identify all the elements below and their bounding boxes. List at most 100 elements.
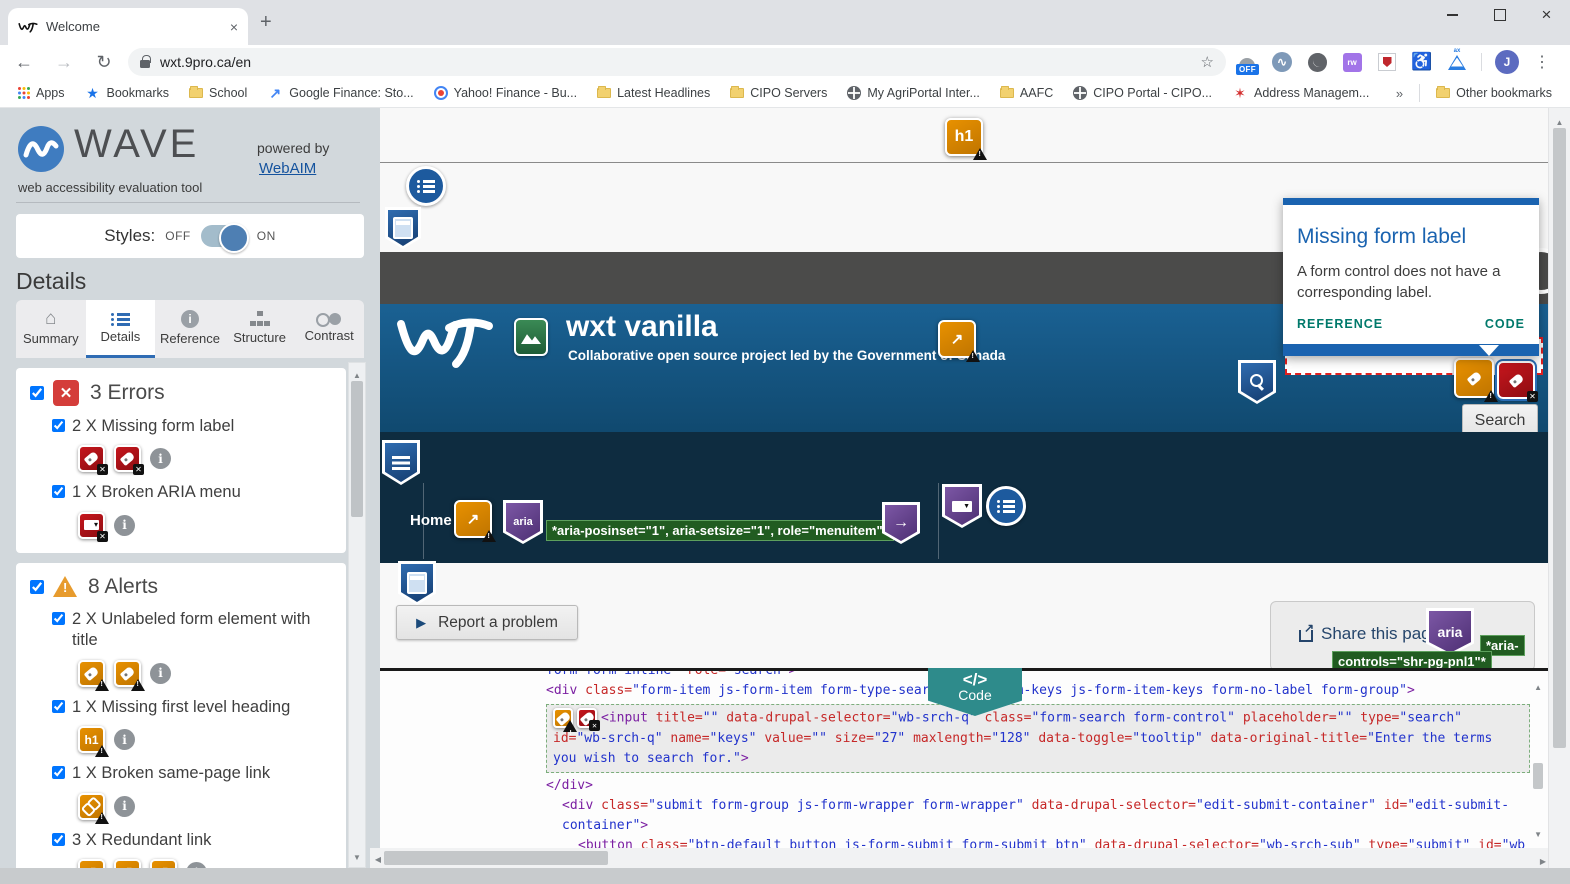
reference-link[interactable]: REFERENCE — [1297, 317, 1383, 331]
bookmark-item[interactable]: Yahoo! Finance - Bu... — [426, 83, 585, 103]
item-checkbox[interactable] — [52, 485, 65, 499]
nav-home-link[interactable]: Home — [410, 512, 452, 529]
profile-avatar[interactable]: J — [1495, 50, 1519, 74]
other-bookmarks-button[interactable]: Other bookmarks — [1428, 83, 1560, 103]
adblock-off-extension-icon[interactable]: OFF — [1236, 51, 1259, 75]
rw-icon: rw — [1342, 52, 1362, 72]
tab-summary[interactable]: Summary — [16, 300, 86, 358]
scroll-down-icon[interactable] — [349, 847, 365, 865]
wave-list-structure-icon[interactable] — [986, 486, 1026, 526]
bookmark-item[interactable]: CIPO Portal - CIPO... — [1065, 83, 1220, 103]
minimize-button[interactable] — [1429, 0, 1476, 30]
code-scroll-up-icon[interactable] — [1534, 677, 1542, 695]
wxt-logo[interactable] — [394, 310, 496, 370]
globe-icon — [847, 86, 862, 100]
bookmark-item[interactable]: Latest Headlines — [589, 83, 718, 103]
wave-extension-icon[interactable] — [1271, 51, 1293, 73]
scrollbar-thumb[interactable] — [351, 381, 363, 517]
item-checkbox[interactable] — [52, 699, 65, 713]
scrollbar-thumb[interactable] — [1553, 128, 1566, 748]
new-tab-button[interactable]: + — [260, 12, 272, 32]
wave-redundant-link-icon[interactable] — [934, 320, 980, 362]
tag-alert-icon[interactable] — [114, 659, 145, 691]
browser-tab[interactable]: Welcome × — [8, 8, 248, 45]
info-icon[interactable] — [114, 514, 135, 536]
sidebar-scrollbar[interactable] — [348, 362, 366, 868]
shield-extension-icon[interactable] — [1376, 51, 1398, 73]
main-vertical-scrollbar[interactable] — [1548, 108, 1570, 868]
tab-details[interactable]: Details — [85, 300, 156, 358]
wave-list-structure-icon[interactable] — [406, 166, 446, 206]
bookmark-item[interactable]: AAFC — [992, 83, 1061, 103]
bookmark-item[interactable]: CIPO Servers — [722, 83, 835, 103]
bookmark-item[interactable]: Google Finance: Sto... — [259, 82, 421, 104]
finance-icon — [267, 85, 283, 101]
h1-alert-icon[interactable]: h1 — [78, 726, 109, 758]
link-alert-icon[interactable] — [78, 792, 109, 824]
axe-extension-icon[interactable]: ax — [1446, 48, 1468, 73]
bookmark-item[interactable]: Bookmarks — [77, 82, 178, 104]
maximize-button[interactable] — [1476, 0, 1523, 30]
browser-menu-button[interactable]: ⋮ — [1532, 52, 1560, 72]
item-checkbox[interactable] — [52, 766, 65, 780]
crescent-extension-icon[interactable] — [1306, 51, 1328, 73]
forward-button[interactable]: → — [54, 52, 74, 73]
item-checkbox[interactable] — [52, 611, 65, 625]
rw-extension-icon[interactable]: rw — [1341, 51, 1363, 73]
info-icon[interactable] — [114, 729, 135, 751]
menu-error-icon[interactable] — [78, 511, 108, 542]
accessibility-extension-icon[interactable]: ♿ — [1411, 51, 1433, 73]
code-link[interactable]: CODE — [1485, 317, 1525, 331]
scroll-right-icon[interactable] — [1540, 851, 1546, 869]
tab-contrast[interactable]: Contrast — [294, 300, 364, 358]
code-scroll-down-icon[interactable] — [1534, 824, 1542, 842]
bookmark-item[interactable]: My AgriPortal Inter... — [839, 83, 988, 103]
wave-unlabeled-form-icon[interactable] — [1450, 358, 1498, 402]
tab-structure[interactable]: Structure — [225, 300, 295, 358]
code-scrollbar-thumb[interactable] — [1533, 763, 1543, 789]
info-icon[interactable] — [114, 795, 135, 817]
warning-badge-icon — [131, 678, 145, 691]
alerts-checkbox[interactable] — [30, 579, 44, 594]
url-text[interactable]: wxt.9pro.ca/en — [160, 54, 1191, 70]
back-button[interactable]: ← — [14, 52, 34, 73]
code-lines: form form-inline" role="search"> <div cla… — [546, 668, 1530, 848]
wave-header-element-icon[interactable] — [385, 207, 421, 249]
wave-missing-label-error-icon[interactable] — [1495, 359, 1538, 402]
info-icon[interactable] — [150, 662, 171, 684]
tag-alert-icon[interactable] — [553, 708, 577, 743]
styles-toggle[interactable] — [200, 223, 249, 253]
bars-glyph — [392, 455, 410, 470]
address-bar[interactable]: wxt.9pro.ca/en ☆ — [128, 48, 1226, 76]
bookmark-star-icon[interactable]: ☆ — [1201, 53, 1214, 71]
tag-error-icon[interactable] — [577, 708, 600, 731]
scrollbar-thumb[interactable] — [384, 851, 608, 865]
bookmark-item[interactable]: School — [181, 83, 255, 103]
bookmarks-overflow-button[interactable]: » — [1388, 86, 1411, 101]
code-highlight-line: <input title="" data-drupal-selector="wb… — [546, 704, 1530, 773]
tab-reference[interactable]: Reference — [155, 300, 225, 358]
close-window-button[interactable]: × — [1523, 0, 1570, 30]
webaim-link[interactable]: WebAIM — [259, 160, 316, 177]
code-line: form form-inline" role="search"> — [546, 668, 797, 678]
wave-h1-alert-icon[interactable]: h1 — [945, 118, 987, 160]
magnifier-glyph — [1248, 373, 1266, 391]
main-horizontal-scrollbar[interactable] — [370, 848, 1548, 868]
bookmark-item[interactable]: Address Managem... — [1224, 82, 1377, 104]
play-icon: ▶ — [416, 614, 427, 630]
wave-section-element-icon[interactable] — [398, 561, 436, 605]
tag-error-icon[interactable] — [114, 445, 144, 476]
tag-alert-icon[interactable] — [78, 659, 109, 691]
wave-image-alt-icon[interactable] — [514, 318, 548, 356]
wave-redundant-link-icon[interactable] — [450, 500, 496, 542]
tab-close-icon[interactable]: × — [230, 19, 238, 35]
info-icon[interactable] — [150, 448, 171, 470]
item-checkbox[interactable] — [52, 419, 65, 432]
report-problem-button[interactable]: ▶ Report a problem — [396, 605, 578, 640]
reload-button[interactable]: ↻ — [94, 52, 114, 73]
tag-error-icon[interactable] — [78, 445, 108, 476]
bookmark-item[interactable]: Apps — [10, 83, 73, 103]
errors-checkbox[interactable] — [30, 386, 44, 400]
item-icons-row — [78, 511, 336, 542]
item-checkbox[interactable] — [52, 832, 65, 846]
